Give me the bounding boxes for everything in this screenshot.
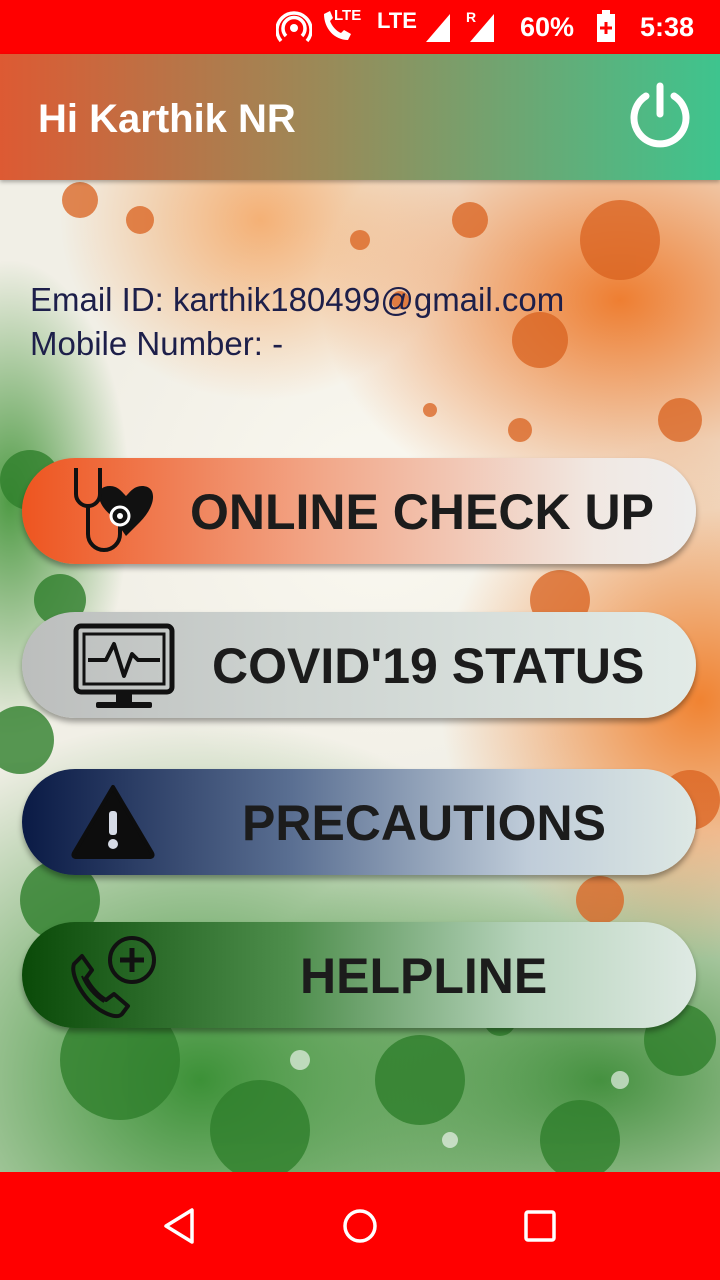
greeting-title: Hi Karthik NR [38, 97, 296, 141]
lte-label-1: LTE [334, 6, 362, 24]
covid-status-label: COVID'19 STATUS [212, 638, 645, 694]
clock: 5:38 [640, 11, 695, 42]
profile-info: Email ID: karthik180499@gmail.com Mobile… [30, 278, 564, 366]
app-bar: Hi Karthik NR [0, 54, 720, 180]
precautions-button[interactable]: PRECAUTIONS [22, 769, 696, 875]
status-bar: LTE LTE R 60% 5:38 [0, 0, 720, 54]
stethoscope-heart-icon [74, 468, 154, 552]
email-text: Email ID: karthik180499@gmail.com [30, 281, 565, 318]
signal-icon-1 [426, 14, 450, 42]
battery-percent: 60% [520, 11, 575, 42]
precautions-label: PRECAUTIONS [242, 795, 606, 851]
power-icon[interactable] [624, 80, 696, 152]
covid-status-button[interactable]: COVID'19 STATUS [22, 612, 696, 718]
hotspot-icon [276, 11, 312, 43]
navigation-bar [0, 1172, 720, 1280]
warning-icon [71, 785, 155, 859]
recents-icon[interactable] [518, 1204, 562, 1248]
signal-icon-2 [470, 14, 494, 42]
back-icon[interactable] [158, 1204, 202, 1248]
content-area: Email ID: karthik180499@gmail.com Mobile… [0, 180, 720, 1172]
online-checkup-button[interactable]: ONLINE CHECK UP [22, 458, 696, 564]
battery-charging-icon [597, 10, 615, 42]
monitor-pulse-icon [73, 623, 175, 708]
helpline-button[interactable]: HELPLINE [22, 922, 696, 1028]
helpline-label: HELPLINE [300, 948, 548, 1004]
online-checkup-label: ONLINE CHECK UP [190, 484, 654, 540]
home-icon[interactable] [338, 1204, 382, 1248]
lte-label-2: LTE [377, 8, 417, 33]
phone-add-icon [71, 936, 156, 1019]
mobile-text: Mobile Number: - [30, 325, 284, 362]
